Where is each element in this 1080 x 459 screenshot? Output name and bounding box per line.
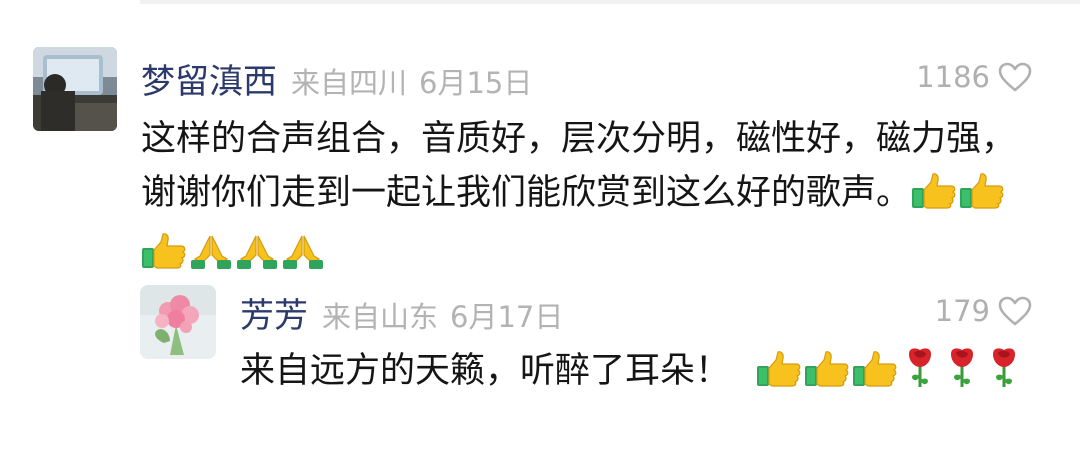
emoji-thumbs-up [141, 232, 187, 286]
like-button[interactable]: 1186 [916, 60, 1032, 94]
comment-text: 这样的合声组合，音质好，层次分明，磁性好，磁力强，谢谢你们走到一起让我们能欣赏到… [141, 112, 1046, 286]
emoji-thumbs-up [959, 172, 1005, 226]
username[interactable]: 芳芳 [240, 288, 308, 337]
date-label: 6月15日 [419, 66, 533, 100]
top-divider [140, 0, 1080, 4]
emoji-praying-hands [281, 232, 325, 286]
emoji-rose [942, 346, 982, 404]
reply-text: 来自远方的天籁，听醉了耳朵！ [240, 344, 1045, 404]
reply-text-body: 来自远方的天籁，听醉了耳朵！ [240, 351, 731, 391]
emoji-thumbs-up [852, 350, 898, 404]
avatar[interactable] [33, 47, 117, 131]
heart-outline-icon [998, 62, 1032, 92]
emoji-rose [900, 346, 940, 404]
location-label: 来自四川 [291, 66, 408, 100]
emoji-praying-hands [235, 232, 279, 286]
comment-meta: 梦留滇西 来自四川 6月15日 [141, 54, 544, 103]
emoji-rose [984, 346, 1024, 404]
emoji-thumbs-up [804, 350, 850, 404]
emoji-thumbs-up [911, 172, 957, 226]
avatar[interactable] [140, 285, 216, 359]
reply-meta: 芳芳 来自山东 6月17日 [240, 288, 575, 337]
username[interactable]: 梦留滇西 [141, 54, 277, 103]
location-label: 来自山东 [322, 300, 439, 334]
emoji-praying-hands [189, 232, 233, 286]
like-count: 179 [934, 294, 990, 328]
emoji-thumbs-up [756, 350, 802, 404]
date-label: 6月17日 [450, 300, 564, 334]
like-button[interactable]: 179 [935, 294, 1032, 328]
heart-outline-icon [998, 296, 1032, 326]
like-count: 1186 [916, 60, 990, 94]
comment-text-body: 这样的合声组合，音质好，层次分明，磁性好，磁力强，谢谢你们走到一起让我们能欣赏到… [141, 119, 1017, 213]
